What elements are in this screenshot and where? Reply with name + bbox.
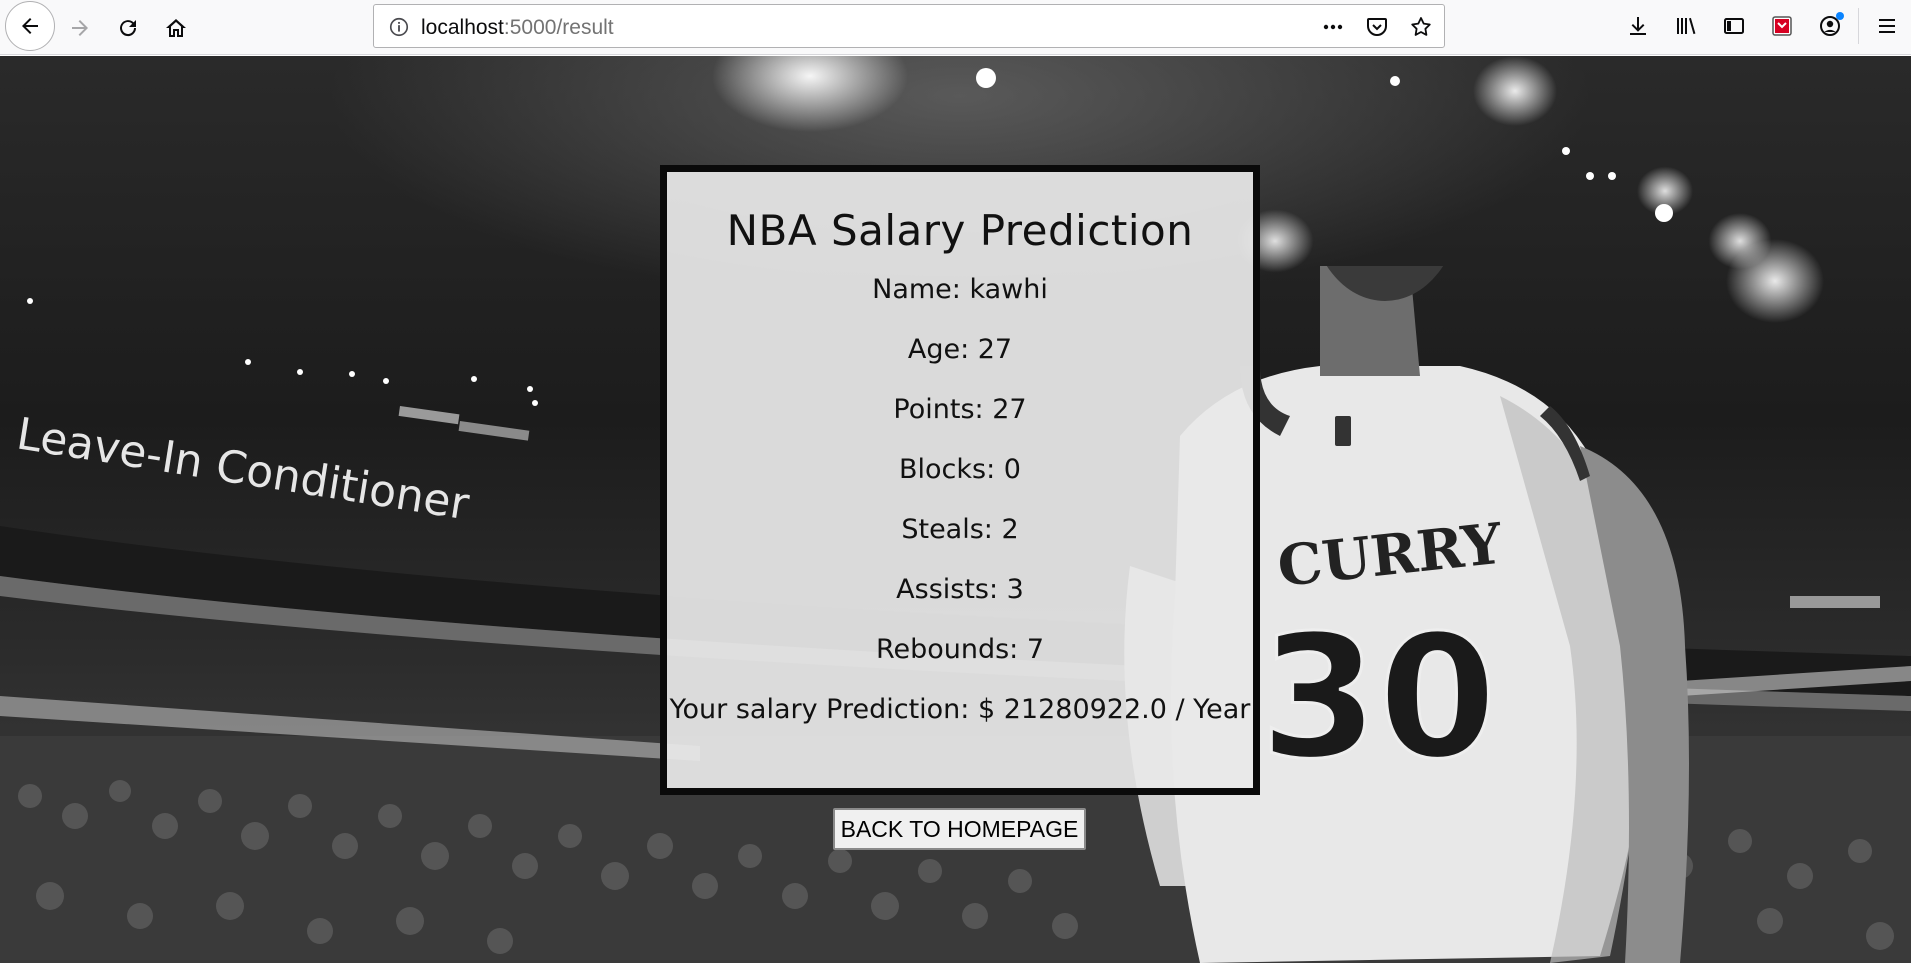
browser-toolbar: localhost:5000/result [0,0,1911,55]
account-button[interactable] [1806,2,1854,50]
salary-prediction: Your salary Prediction: $ 21280922.0 / Y… [669,694,1251,725]
toolbar-separator [1858,8,1859,44]
stat-blocks: Blocks: 0 [899,454,1021,485]
extension-button[interactable] [1758,2,1806,50]
hamburger-menu-icon [1879,19,1895,33]
toolbar-right [1614,0,1911,52]
stat-points: Points: 27 [893,394,1027,425]
page-viewport: Leave-In Conditioner CURRY 30 NBA Salary… [0,56,1911,963]
nba-logo-icon [1335,416,1351,446]
sidebar-button[interactable] [1710,2,1758,50]
notification-dot [1836,12,1844,20]
stat-steals: Steals: 2 [901,514,1019,545]
stat-name: Name: kawhi [872,274,1048,305]
back-button[interactable] [5,1,55,51]
address-bar[interactable]: localhost:5000/result [373,4,1445,48]
pocket-icon [1367,18,1387,36]
download-icon [1630,17,1646,35]
arrow-right-icon [72,20,88,36]
forward-button[interactable] [58,6,102,50]
extension-icon [1772,16,1792,36]
url-actions [1320,14,1434,40]
back-to-homepage-button[interactable]: BACK TO HOMEPAGE [833,808,1086,850]
star-icon [1411,17,1431,36]
menu-button[interactable] [1863,2,1911,50]
bookmark-star-button[interactable] [1408,14,1434,40]
info-icon[interactable] [388,16,410,38]
jersey-number: 30 [1260,599,1497,797]
url-path: :5000/result [503,16,614,39]
stat-assists: Assists: 3 [896,574,1024,605]
library-icon [1677,17,1696,35]
url-text[interactable]: localhost:5000/result [421,16,614,40]
sidebar-icon [1724,18,1744,34]
library-button[interactable] [1662,2,1710,50]
reload-button[interactable] [106,6,150,50]
stat-rebounds: Rebounds: 7 [875,634,1045,665]
stat-age: Age: 27 [907,334,1013,365]
pocket-button[interactable] [1364,14,1390,40]
reload-icon [120,20,137,37]
prediction-card: NBA Salary Prediction Name: kawhi Age: 2… [660,165,1260,795]
url-host: localhost [421,16,504,39]
page-actions-button[interactable] [1320,14,1346,40]
arrow-left-icon [22,18,38,34]
home-icon [166,19,186,37]
downloads-button[interactable] [1614,2,1662,50]
more-horizontal-icon [1323,24,1343,30]
home-button[interactable] [154,6,198,50]
card-title: NBA Salary Prediction [726,206,1194,255]
arena-sign-text: Leave-In Conditioner [13,408,473,530]
